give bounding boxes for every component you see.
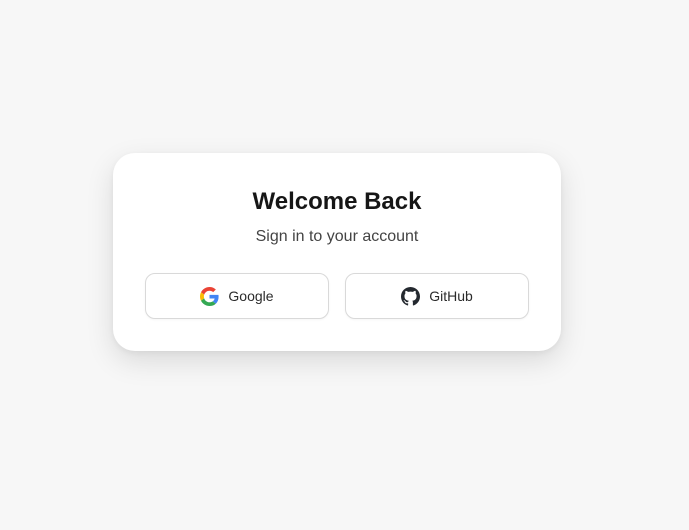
github-button-label: GitHub <box>429 288 473 304</box>
page-title: Welcome Back <box>252 188 422 215</box>
google-button-label: Google <box>228 288 274 304</box>
sign-in-card: Welcome Back Sign in to your account Goo… <box>113 153 561 351</box>
page-subtitle: Sign in to your account <box>255 228 419 245</box>
github-sign-in-button[interactable]: GitHub <box>345 273 529 319</box>
google-icon <box>200 286 220 306</box>
github-icon <box>401 286 421 306</box>
google-sign-in-button[interactable]: Google <box>145 273 329 319</box>
